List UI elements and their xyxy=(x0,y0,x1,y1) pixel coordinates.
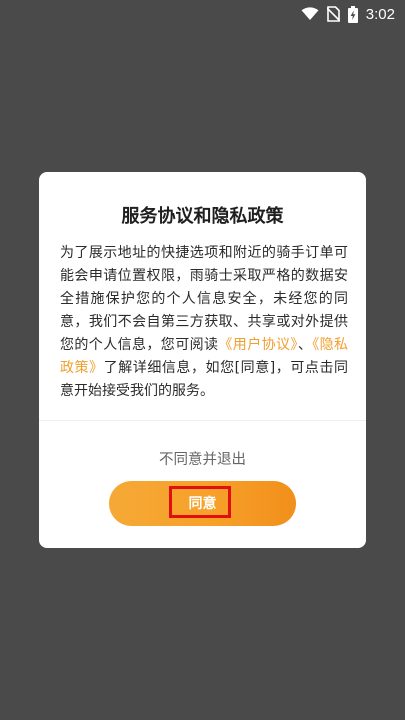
battery-charging-icon xyxy=(347,5,358,23)
agree-button-label: 同意 xyxy=(188,496,217,512)
user-agreement-link[interactable]: 《用户协议》 xyxy=(218,337,297,353)
status-bar: 3:02 xyxy=(0,0,405,28)
status-icons: 3:02 xyxy=(301,4,395,24)
status-time: 3:02 xyxy=(365,5,395,23)
decline-exit-button[interactable]: 不同意并退出 xyxy=(39,448,366,469)
body-separator: 、 xyxy=(297,337,313,353)
privacy-dialog: 服务协议和隐私政策 为了展示地址的快捷选项和附近的骑手订单可能会申请位置权限，雨… xyxy=(39,172,366,548)
dialog-body: 为了展示地址的快捷选项和附近的骑手订单可能会申请位置权限，雨骑士采取严格的数据安… xyxy=(60,242,348,403)
no-sim-icon xyxy=(326,6,340,22)
wifi-icon xyxy=(301,7,319,21)
dialog-title: 服务协议和隐私政策 xyxy=(121,206,284,227)
body-text-after: 了解详细信息，如您[同意]，可点击同意开始接受我们的服务。 xyxy=(60,360,348,399)
dialog-divider xyxy=(39,420,366,421)
agree-button[interactable]: 同意 xyxy=(109,481,296,526)
